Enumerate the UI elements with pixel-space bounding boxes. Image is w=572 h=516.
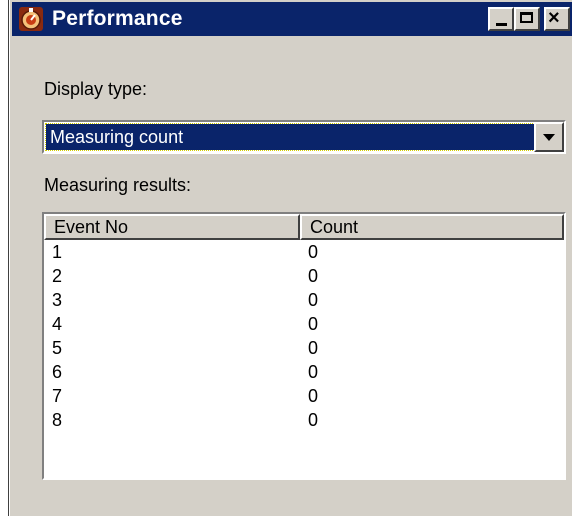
list-item[interactable]: 10	[44, 240, 564, 264]
minimize-icon	[496, 23, 507, 26]
count-cell: 0	[308, 242, 319, 262]
display-type-selected[interactable]: Measuring count	[45, 123, 535, 151]
window-title: Performance	[52, 7, 183, 30]
list-item[interactable]: 30	[44, 288, 564, 312]
measuring-results-label: Measuring results:	[44, 175, 192, 195]
minimize-button[interactable]	[488, 7, 514, 31]
chevron-down-icon	[543, 134, 555, 141]
title-bar[interactable]: Performance ×	[12, 2, 572, 36]
list-item[interactable]: 60	[44, 360, 564, 384]
performance-window: Performance × Display type: Measuring co…	[8, 0, 572, 516]
dropdown-button[interactable]	[534, 122, 564, 152]
count-cell: 0	[308, 362, 319, 382]
close-icon: ×	[548, 7, 560, 29]
maximize-icon	[520, 12, 533, 23]
list-item[interactable]: 70	[44, 384, 564, 408]
count-cell: 0	[308, 314, 319, 334]
display-type-label: Display type:	[44, 79, 148, 99]
list-item[interactable]: 20	[44, 264, 564, 288]
close-button[interactable]: ×	[544, 7, 570, 31]
event-no-cell: 3	[52, 290, 63, 310]
column-header-event-no[interactable]: Event No	[44, 214, 300, 240]
event-no-cell: 7	[52, 386, 63, 406]
event-no-cell: 5	[52, 338, 63, 358]
app-performance-icon[interactable]	[18, 6, 44, 32]
list-header: Event No Count	[44, 214, 564, 240]
event-no-cell: 1	[52, 242, 63, 262]
results-list[interactable]: Event No Count 1020304050607080	[42, 212, 566, 480]
event-no-cell: 8	[52, 410, 63, 430]
list-item[interactable]: 40	[44, 312, 564, 336]
count-cell: 0	[308, 290, 319, 310]
maximize-button[interactable]	[514, 7, 540, 31]
list-item[interactable]: 50	[44, 336, 564, 360]
display-type-dropdown[interactable]: Measuring count	[42, 120, 566, 154]
column-header-count[interactable]: Count	[300, 214, 564, 240]
event-no-cell: 6	[52, 362, 63, 382]
event-no-cell: 2	[52, 266, 63, 286]
count-cell: 0	[308, 410, 319, 430]
event-no-cell: 4	[52, 314, 63, 334]
list-item[interactable]: 80	[44, 408, 564, 432]
count-cell: 0	[308, 338, 319, 358]
count-cell: 0	[308, 386, 319, 406]
count-cell: 0	[308, 266, 319, 286]
